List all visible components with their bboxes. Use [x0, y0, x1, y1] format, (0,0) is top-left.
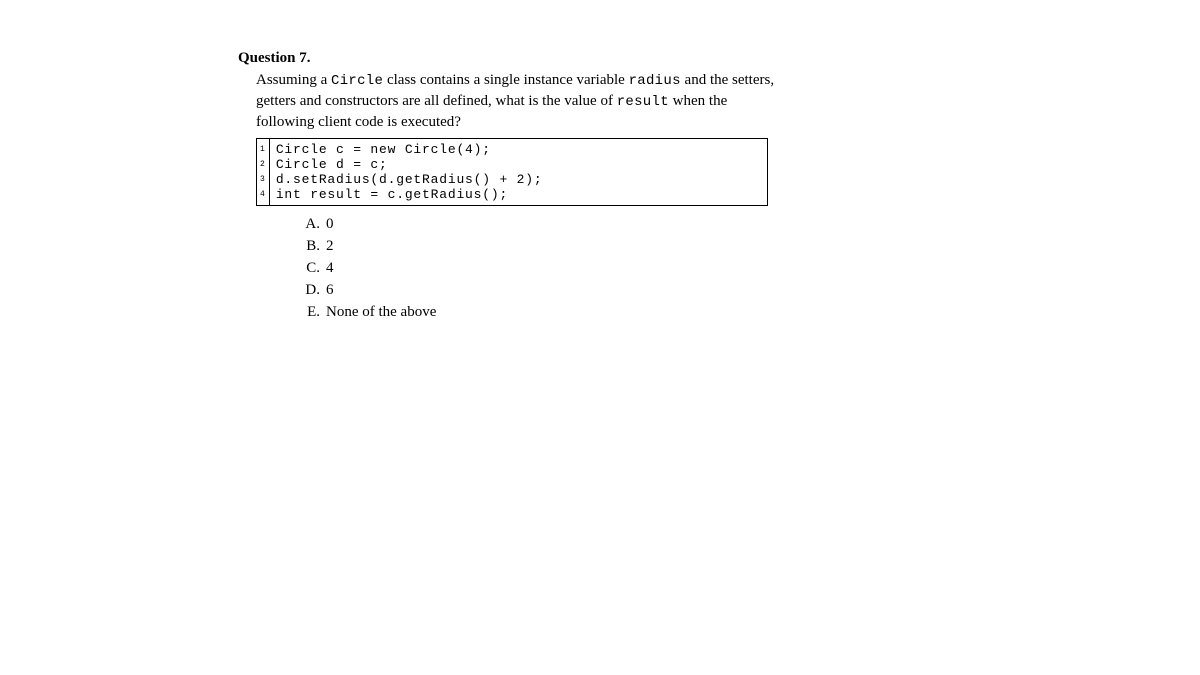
code-line: d.setRadius(d.getRadius() + 2); — [276, 172, 543, 187]
option-letter: C. — [298, 260, 320, 277]
option-c[interactable]: C. 4 — [298, 260, 788, 277]
option-letter: B. — [298, 238, 320, 255]
option-text: 0 — [326, 216, 334, 233]
code-inline-circle: Circle — [331, 73, 383, 89]
answer-options: A. 0 B. 2 C. 4 D. 6 E. None of the above — [298, 216, 788, 321]
code-content: Circle c = new Circle(4);Circle d = c;d.… — [270, 139, 549, 205]
question-prompt: Assuming a Circle class contains a singl… — [256, 70, 788, 132]
option-letter: E. — [298, 304, 320, 321]
option-d[interactable]: D. 6 — [298, 282, 788, 299]
prompt-text: class contains a single instance variabl… — [383, 72, 628, 88]
code-line: Circle c = new Circle(4); — [276, 142, 543, 157]
prompt-text: Assuming a — [256, 72, 331, 88]
option-text: 6 — [326, 282, 334, 299]
line-number-gutter: 1 2 3 4 — [257, 139, 270, 205]
code-inline-radius: radius — [629, 73, 681, 89]
option-a[interactable]: A. 0 — [298, 216, 788, 233]
option-b[interactable]: B. 2 — [298, 238, 788, 255]
line-number: 4 — [260, 187, 265, 202]
option-text: 4 — [326, 260, 334, 277]
line-number: 3 — [260, 172, 265, 187]
line-number: 2 — [260, 157, 265, 172]
line-number: 1 — [260, 142, 265, 157]
option-letter: D. — [298, 282, 320, 299]
code-line: Circle d = c; — [276, 157, 543, 172]
question-label: Question 7. — [238, 50, 788, 67]
option-text: None of the above — [326, 304, 436, 321]
code-line: int result = c.getRadius(); — [276, 187, 543, 202]
option-e[interactable]: E. None of the above — [298, 304, 788, 321]
code-inline-result: result — [617, 94, 669, 110]
code-block: 1 2 3 4 Circle c = new Circle(4);Circle … — [256, 138, 768, 206]
option-text: 2 — [326, 238, 334, 255]
question-container: Question 7. Assuming a Circle class cont… — [0, 0, 788, 321]
option-letter: A. — [298, 216, 320, 233]
